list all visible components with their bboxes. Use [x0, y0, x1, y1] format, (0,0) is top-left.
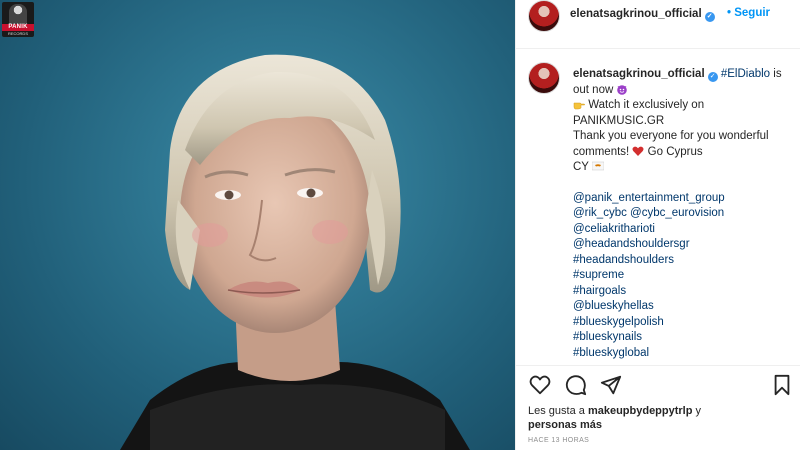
panik-records-logo: PANIK RECORDS: [2, 2, 34, 37]
post-caption: elenatsagkrinou_official ✓ #ElDiablo is o…: [573, 67, 795, 361]
caption-line3c: CY: [573, 161, 589, 173]
caption-gap: [573, 176, 795, 191]
red-heart-emoji: [632, 146, 644, 156]
caption-tag[interactable]: @celiakritharioti: [573, 222, 795, 238]
caption-tag[interactable]: @headandshouldersgr: [573, 237, 795, 253]
caption-tag[interactable]: @blueskyhellas: [573, 299, 795, 315]
caption-tag[interactable]: #hairgoals: [573, 284, 795, 300]
logo-figure: [9, 4, 27, 24]
caption-tag[interactable]: @rik_cybc @cybc_eurovision: [573, 206, 795, 222]
pointing-hand-emoji: [573, 102, 585, 110]
avatar[interactable]: [528, 62, 560, 94]
caption-tag[interactable]: #supreme: [573, 268, 795, 284]
logo-brand: PANIK: [2, 24, 34, 31]
comments-section: elenatsagkrinou_official ✓ #ElDiablo is o…: [516, 50, 800, 366]
video-frame: [120, 54, 470, 450]
caption-tag[interactable]: #blueskygelpolish: [573, 315, 795, 331]
likes-prefix: Les gusta a: [528, 405, 585, 417]
post-timestamp[interactable]: HACE 13 HORAS: [528, 437, 589, 444]
verified-icon: ✓: [707, 72, 718, 82]
heart-icon[interactable]: [529, 374, 551, 396]
likes-more[interactable]: personas más: [528, 419, 602, 431]
share-icon[interactable]: [600, 374, 622, 396]
comment-icon[interactable]: [565, 374, 587, 396]
post-actions: [516, 366, 800, 406]
likes-suffix: y: [695, 405, 702, 417]
logo-sub: RECORDS: [7, 31, 28, 36]
header-username[interactable]: elenatsagkrinou_official: [570, 8, 702, 20]
flag-emoji: [591, 161, 604, 171]
likes-summary: Les gusta a makeupbydeppytrlp y personas…: [528, 404, 788, 432]
caption-tag[interactable]: #blueskyglobal: [573, 346, 795, 362]
header-username-row: elenatsagkrinou_official ✓: [570, 8, 715, 22]
bookmark-icon[interactable]: [772, 374, 792, 396]
post-header: elenatsagkrinou_official ✓ • Seguir: [516, 0, 800, 49]
caption-tag[interactable]: #headandshoulders: [573, 253, 795, 269]
post-side-panel: elenatsagkrinou_official ✓ • Seguir elena…: [515, 0, 800, 450]
post-video[interactable]: PANIK RECORDS: [0, 0, 515, 450]
follow-separator: •: [727, 7, 732, 19]
caption-username[interactable]: elenatsagkrinou_official: [573, 68, 705, 80]
follow-button[interactable]: • Seguir: [727, 7, 770, 19]
follow-label: Seguir: [734, 7, 771, 19]
verified-icon: ✓: [704, 12, 715, 22]
caption-tag[interactable]: @panik_entertainment_group: [573, 191, 795, 207]
avatar[interactable]: [528, 0, 560, 32]
caption-line2: Watch it exclusively on PANIKMUSIC.GR: [573, 99, 705, 127]
caption-hashtag[interactable]: #ElDiablo: [721, 68, 770, 80]
devil-emoji: [617, 84, 628, 95]
caption-line3b: Go Cyprus: [647, 145, 703, 158]
caption-tag[interactable]: #blueskynails: [573, 330, 795, 346]
likes-user[interactable]: makeupbydeppytrlp: [588, 405, 693, 417]
